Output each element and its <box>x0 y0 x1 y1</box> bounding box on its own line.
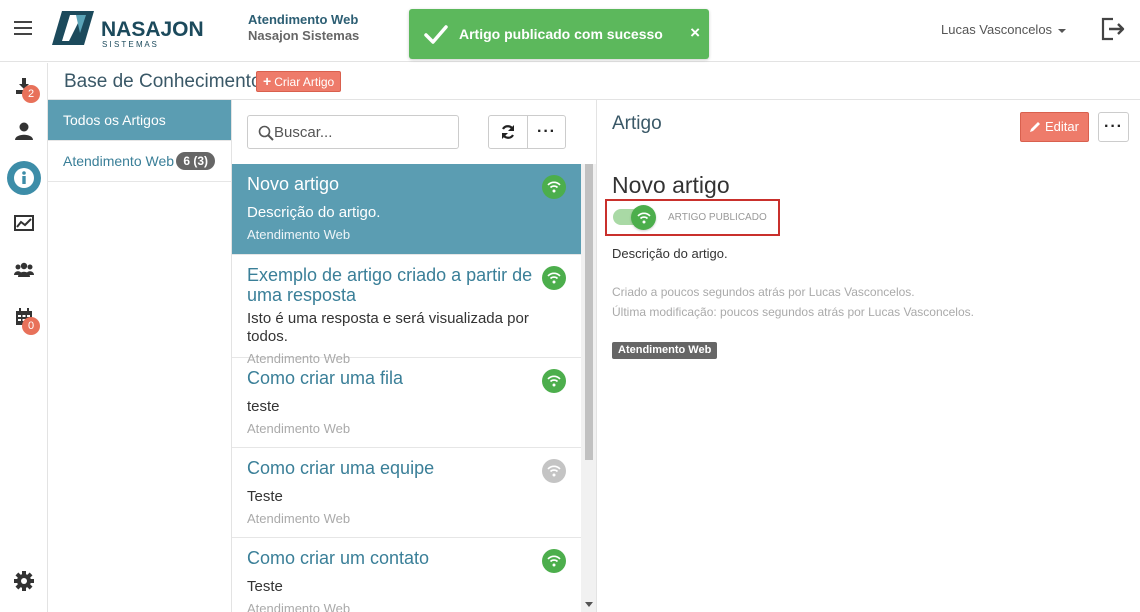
pencil-icon <box>1030 122 1041 132</box>
caret-down-icon <box>1058 28 1067 33</box>
gear-icon <box>14 571 34 591</box>
logo: NASAJON S I S T E M A S <box>52 11 222 49</box>
created-info: Criado a poucos segundos atrás por Lucas… <box>612 285 915 299</box>
category-label: Atendimento Web <box>63 153 175 169</box>
logo-mark: NASAJON S I S T E M A S <box>52 11 204 49</box>
article-title: Novo artigo <box>247 174 340 194</box>
wifi-icon <box>547 181 561 193</box>
chart-icon <box>14 215 34 231</box>
more-icon: ··· <box>537 123 556 140</box>
categories-column: Todos os Artigos Atendimento Web 6 (3) <box>48 100 232 612</box>
category-tag: Atendimento Web <box>612 342 718 359</box>
close-icon[interactable]: × <box>690 23 700 43</box>
calendar-badge: 0 <box>22 317 40 335</box>
modified-info: Última modificação: poucos segundos atrá… <box>612 305 974 319</box>
article-detail: Artigo Editar ··· Novo artigo ARTIGO PUB… <box>597 100 1140 612</box>
article-item[interactable]: Como criar uma equipe Teste Atendimento … <box>232 448 581 538</box>
search-input[interactable] <box>274 122 454 142</box>
article-category: Atendimento Web <box>247 421 351 436</box>
company-name: Nasajon Sistemas <box>248 28 360 43</box>
published-label: ARTIGO PUBLICADO <box>668 212 767 223</box>
toggle-knob <box>631 205 656 230</box>
info-icon <box>14 168 34 188</box>
article-description: teste <box>247 398 280 415</box>
plus-icon: + <box>263 73 272 89</box>
edit-label: Editar <box>1045 119 1079 134</box>
top-header: NASAJON S I S T E M A S Atendimento Web … <box>0 0 1140 62</box>
downloads-badge: 2 <box>22 85 40 103</box>
nav-knowledge-base[interactable] <box>7 161 41 195</box>
list-more-button[interactable]: ··· <box>527 115 566 149</box>
page-title: Base de Conhecimento <box>64 71 262 92</box>
logo-subtext: S I S T E M A S <box>102 40 157 49</box>
nav-reports[interactable] <box>7 206 41 240</box>
nav-settings[interactable] <box>7 564 41 598</box>
article-item[interactable]: Novo artigo Descrição do artigo. Atendim… <box>232 164 581 255</box>
refresh-button[interactable] <box>488 115 528 149</box>
create-article-button[interactable]: + Criar Artigo <box>256 71 342 92</box>
detail-header: Artigo <box>612 113 662 134</box>
article-title: Novo artigo <box>612 172 730 198</box>
category-count-badge: 6 (3) <box>176 152 215 170</box>
refresh-icon <box>501 125 515 139</box>
wifi-icon <box>547 272 561 284</box>
more-icon: ··· <box>1104 118 1123 135</box>
user-icon <box>15 122 33 140</box>
publish-highlight: ARTIGO PUBLICADO <box>605 199 780 236</box>
category-all-articles[interactable]: Todos os Artigos <box>48 100 231 141</box>
article-description: Teste <box>247 488 283 505</box>
category-label: Todos os Artigos <box>63 112 166 128</box>
published-status-icon <box>542 266 566 290</box>
article-body: Descrição do artigo. <box>612 246 728 261</box>
article-category: Atendimento Web <box>247 227 351 242</box>
wifi-icon <box>547 375 561 387</box>
user-name: Lucas Vasconcelos <box>941 22 1053 37</box>
app-info: Atendimento Web Nasajon Sistemas <box>248 12 359 44</box>
scroll-down-arrow-icon[interactable] <box>585 602 593 607</box>
scrollbar-thumb[interactable] <box>585 164 593 460</box>
search-box <box>247 115 459 149</box>
article-item[interactable]: Como criar um contato Teste Atendimento … <box>232 538 581 612</box>
articles-list: Novo artigo Descrição do artigo. Atendim… <box>232 164 581 612</box>
logo-text: NASAJON <box>101 18 204 41</box>
create-article-label: Criar Artigo <box>274 75 335 89</box>
article-title: Como criar uma equipe <box>247 458 435 478</box>
article-description: Descrição do artigo. <box>247 204 381 221</box>
wifi-icon <box>636 211 651 223</box>
category-atendimento-web[interactable]: Atendimento Web 6 (3) <box>48 141 231 182</box>
article-category: Atendimento Web <box>247 601 351 612</box>
article-title: Como criar uma fila <box>247 368 404 388</box>
nav-teams[interactable] <box>7 253 41 287</box>
nav-profile[interactable] <box>7 114 41 148</box>
toast-message: Artigo publicado com sucesso <box>459 26 663 42</box>
publish-toggle[interactable] <box>613 205 656 230</box>
edit-button[interactable]: Editar <box>1020 112 1089 142</box>
unpublished-status-icon <box>542 459 566 483</box>
wifi-icon <box>547 465 561 477</box>
published-status-icon <box>542 549 566 573</box>
app-name: Atendimento Web <box>248 12 359 27</box>
articles-column: ··· Novo artigo Descrição do artigo. Ate… <box>232 100 597 612</box>
detail-more-button[interactable]: ··· <box>1098 112 1129 142</box>
article-description: Teste <box>247 578 283 595</box>
published-status-icon <box>542 175 566 199</box>
menu-icon[interactable] <box>14 21 32 37</box>
list-scrollbar[interactable] <box>581 164 596 612</box>
article-item[interactable]: Como criar uma fila teste Atendimento We… <box>232 358 581 448</box>
user-menu[interactable]: Lucas Vasconcelos <box>941 22 1067 37</box>
page-header: Base de Conhecimento + Criar Artigo <box>48 63 1140 100</box>
wifi-icon <box>547 555 561 567</box>
logout-icon[interactable] <box>1099 16 1127 42</box>
users-icon <box>14 262 34 277</box>
article-title: Como criar um contato <box>247 548 430 568</box>
article-item[interactable]: Exemplo de artigo criado a partir de uma… <box>232 255 581 366</box>
article-title: Exemplo de artigo criado a partir de uma… <box>247 265 533 305</box>
published-status-icon <box>542 369 566 393</box>
left-nav: 2 0 <box>0 63 48 612</box>
success-toast: Artigo publicado com sucesso × <box>409 9 709 59</box>
article-description: Isto é uma resposta e será visualizada p… <box>247 310 529 345</box>
article-category: Atendimento Web <box>247 511 351 526</box>
check-icon <box>424 25 448 44</box>
search-icon <box>258 125 274 141</box>
